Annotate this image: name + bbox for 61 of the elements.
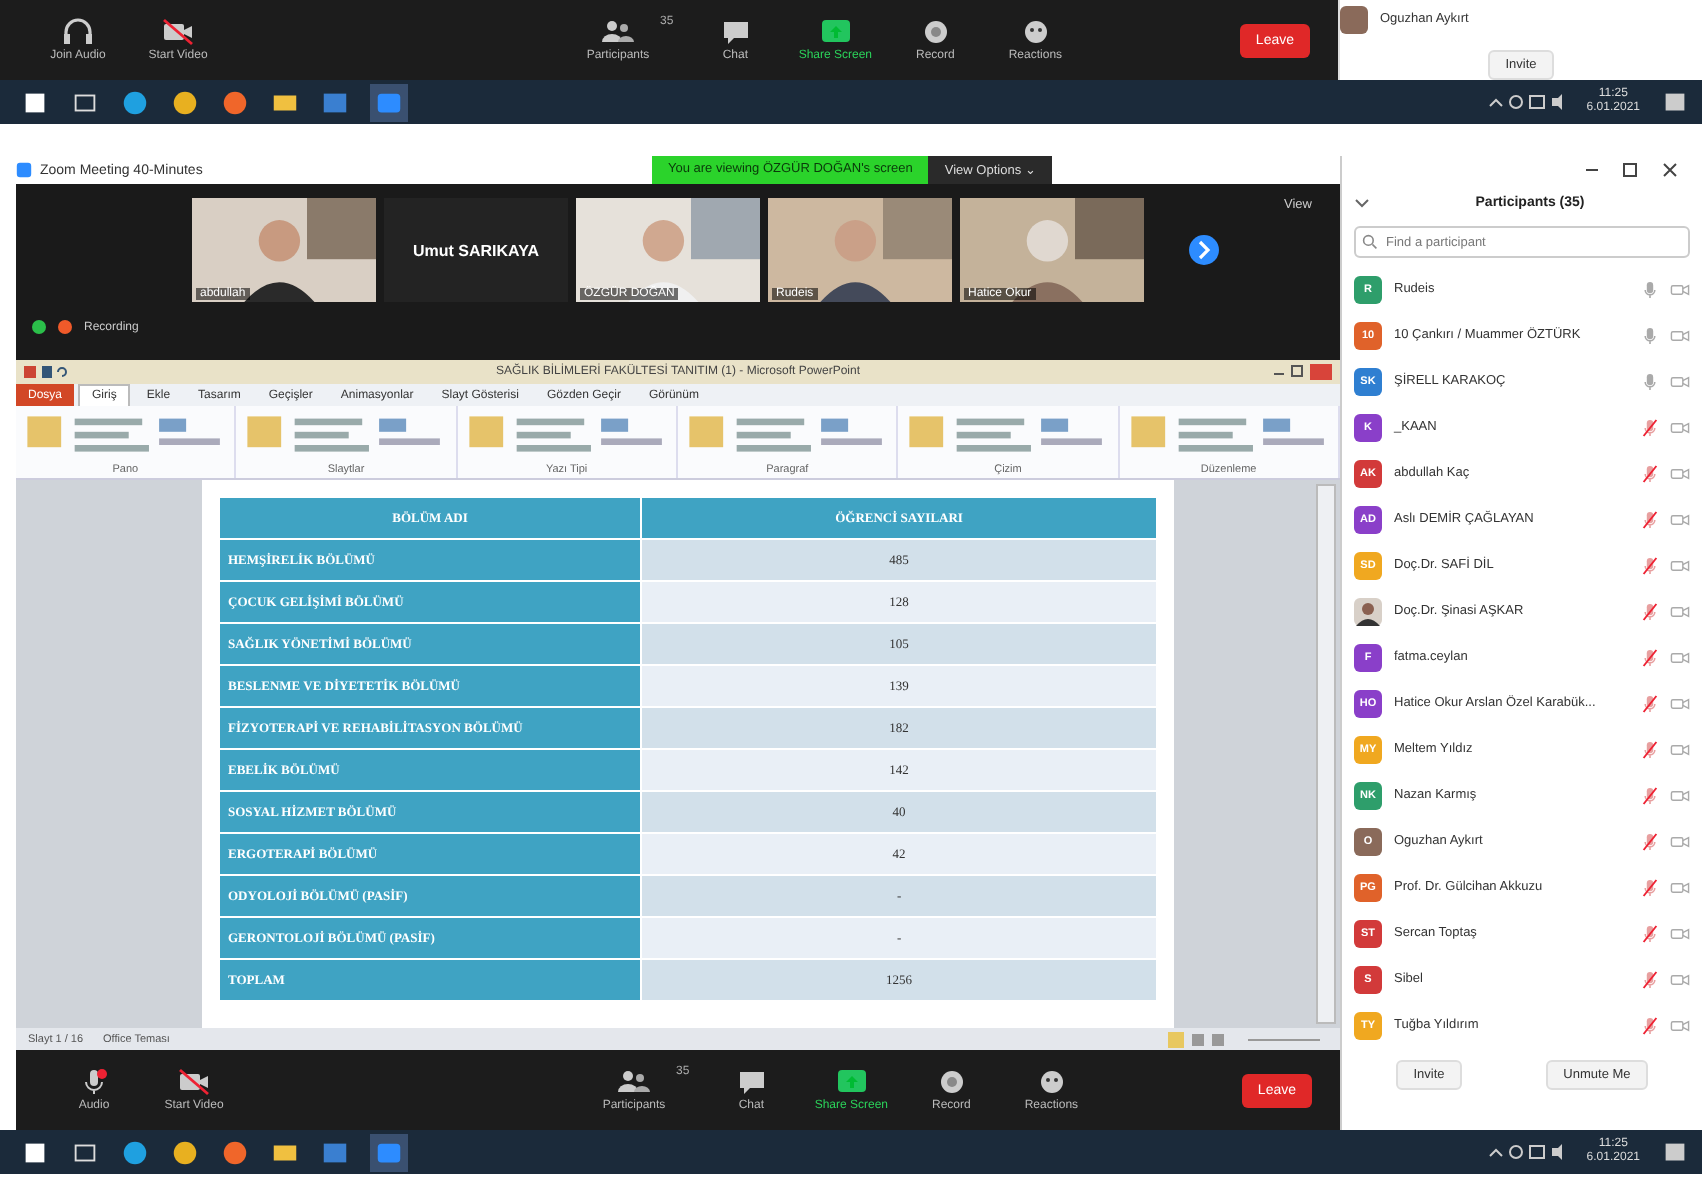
muted-mic-icon[interactable] (1642, 555, 1658, 575)
browser-icon[interactable] (220, 87, 250, 117)
avatar-icon (1354, 597, 1382, 625)
muted-mic-icon[interactable] (1642, 969, 1658, 989)
muted-mic-icon[interactable] (1642, 417, 1658, 437)
video-off-icon (158, 18, 198, 46)
browser-icon[interactable] (170, 87, 200, 117)
window-controls[interactable] (1272, 364, 1332, 380)
people-icon (598, 18, 638, 46)
camera-off-icon[interactable] (1670, 511, 1690, 527)
camera-off-icon[interactable] (1670, 649, 1690, 665)
scrollbar[interactable] (1316, 484, 1336, 1024)
browser-icon[interactable] (220, 1137, 250, 1167)
avatar (1340, 5, 1368, 33)
camera-off-icon[interactable] (1670, 695, 1690, 711)
app-icon (16, 162, 32, 178)
headphones-icon (58, 18, 98, 46)
muted-mic-icon[interactable] (1642, 785, 1658, 805)
mic-icon[interactable] (1642, 279, 1658, 299)
camera-off-icon[interactable] (1670, 1017, 1690, 1033)
camera-off-icon[interactable] (1670, 281, 1690, 297)
camera-off-icon[interactable] (1670, 603, 1690, 619)
camera-off-icon[interactable] (1670, 971, 1690, 987)
mic-icon[interactable] (1642, 325, 1658, 345)
ribbon-tools-drawing[interactable] (465, 412, 668, 456)
muted-mic-icon[interactable] (1642, 601, 1658, 621)
mic-icon[interactable] (1642, 371, 1658, 391)
video-off-icon (174, 1068, 214, 1096)
system-tray-icons[interactable] (1486, 90, 1567, 114)
browser-icon[interactable] (170, 1137, 200, 1167)
camera-app-icon[interactable] (370, 83, 408, 121)
system-tray-icons[interactable] (1486, 1140, 1567, 1164)
muted-mic-icon[interactable] (1642, 923, 1658, 943)
camera-off-icon[interactable] (1670, 741, 1690, 757)
camera-off-icon[interactable] (1670, 787, 1690, 803)
window-controls[interactable] (1582, 162, 1682, 178)
camera-off-icon[interactable] (1670, 327, 1690, 343)
muted-mic-icon[interactable] (1642, 831, 1658, 851)
search-icon (1362, 234, 1378, 250)
muted-mic-icon[interactable] (1642, 509, 1658, 529)
muted-mic-icon[interactable] (1642, 739, 1658, 759)
camera-off-icon[interactable] (1670, 373, 1690, 389)
muted-mic-icon[interactable] (1642, 647, 1658, 667)
muted-mic-icon[interactable] (1642, 877, 1658, 897)
browser-icon[interactable] (120, 1137, 150, 1167)
muted-mic-icon[interactable] (1642, 463, 1658, 483)
camera-off-icon[interactable] (1670, 879, 1690, 895)
camera-off-icon[interactable] (1670, 419, 1690, 435)
participant-name: Umut SARIKAYA (411, 241, 541, 259)
camera-app-icon[interactable] (370, 1133, 408, 1171)
muted-mic-icon[interactable] (1642, 1015, 1658, 1035)
camera-off-icon[interactable] (1670, 465, 1690, 481)
ribbon-tools-drawing[interactable] (1127, 412, 1330, 456)
collapse-icon[interactable] (1354, 194, 1370, 210)
browser-icon[interactable] (120, 87, 150, 117)
camera-off-icon[interactable] (1670, 833, 1690, 849)
record-icon (58, 320, 72, 334)
camera-off-icon[interactable] (1670, 925, 1690, 941)
people-icon (614, 1068, 654, 1096)
muted-mic-icon[interactable] (1642, 693, 1658, 713)
camera-off-icon[interactable] (1670, 557, 1690, 573)
